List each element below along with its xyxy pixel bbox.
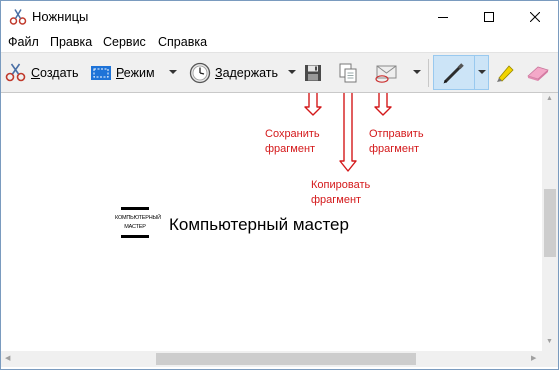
- scrollbar-corner: [542, 351, 558, 367]
- logo-text-2: МАСТЕР: [124, 224, 146, 230]
- save-arrow: [304, 93, 322, 116]
- snipping-tool-window: Ножницы Файл Правка Сервис Справка Созда…: [0, 0, 559, 370]
- send-dropdown-arrow[interactable]: [413, 70, 421, 74]
- eraser-icon: [525, 63, 551, 83]
- save-button[interactable]: [304, 53, 322, 93]
- scroll-up-icon[interactable]: ▲: [546, 95, 553, 102]
- menu-bar: Файл Правка Сервис Справка: [1, 32, 558, 52]
- scroll-right-icon[interactable]: ▶: [531, 354, 536, 362]
- close-button[interactable]: [512, 1, 558, 32]
- logo-bottom-bar: [121, 235, 149, 238]
- create-button[interactable]: Создать: [5, 53, 79, 93]
- clock-icon: [189, 62, 211, 84]
- maximize-icon: [484, 11, 494, 22]
- mode-dropdown-arrow[interactable]: [169, 70, 177, 74]
- delay-label: Задержать: [215, 66, 278, 80]
- eraser-button[interactable]: [525, 53, 551, 93]
- window-title: Ножницы: [32, 9, 89, 24]
- scroll-down-icon[interactable]: ▼: [546, 338, 553, 345]
- delay-button[interactable]: Задержать: [189, 53, 278, 93]
- menu-edit[interactable]: Правка: [50, 35, 92, 49]
- brand-name: Компьютерный мастер: [169, 215, 349, 234]
- logo-top-bar: [121, 207, 149, 210]
- pen-button[interactable]: [441, 53, 467, 93]
- rectangle-mode-icon: [90, 64, 112, 82]
- logo-text-1: КОМПЬЮТЕРНЫЙ: [115, 215, 161, 221]
- send-arrow: [374, 93, 392, 116]
- toolbar-separator: [428, 59, 429, 87]
- create-label: Создать: [31, 66, 79, 80]
- mode-button[interactable]: Режим: [90, 53, 155, 93]
- pen-split-divider: [474, 55, 475, 90]
- copy-annotation: Копировать фрагмент: [311, 179, 371, 206]
- horizontal-scrollbar[interactable]: ◀ ▶: [1, 351, 542, 367]
- pen-dropdown-arrow[interactable]: [478, 70, 486, 74]
- minimize-button[interactable]: [420, 1, 466, 32]
- pen-icon: [441, 60, 467, 86]
- horizontal-scroll-thumb[interactable]: [156, 353, 416, 365]
- menu-file[interactable]: Файл: [8, 35, 39, 49]
- save-annotation: Сохранить фрагмент: [265, 128, 320, 155]
- delay-dropdown-arrow[interactable]: [288, 70, 296, 74]
- menu-help[interactable]: Справка: [158, 35, 207, 49]
- minimize-icon: [438, 16, 448, 18]
- scroll-left-icon[interactable]: ◀: [5, 354, 10, 362]
- toolbar: Создать Режим Задержать: [1, 52, 558, 93]
- scissors-icon: [9, 8, 27, 26]
- send-email-icon: [374, 62, 398, 84]
- save-icon: [304, 64, 322, 82]
- copy-arrow: [339, 93, 357, 172]
- send-button[interactable]: [374, 53, 398, 93]
- vertical-scrollbar[interactable]: ▲ ▼: [542, 93, 558, 351]
- highlighter-icon: [493, 61, 517, 85]
- highlighter-button[interactable]: [493, 53, 517, 93]
- vertical-scroll-thumb[interactable]: [544, 189, 556, 257]
- copy-button[interactable]: [339, 53, 357, 93]
- mode-label: Режим: [116, 66, 155, 80]
- title-bar[interactable]: Ножницы: [1, 1, 558, 32]
- brand-logo: КОМПЬЮТЕРНЫЙ МАСТЕР: [115, 207, 161, 243]
- copy-icon: [339, 63, 357, 83]
- close-icon: [530, 11, 540, 22]
- menu-tools[interactable]: Сервис: [103, 35, 146, 49]
- maximize-button[interactable]: [466, 1, 512, 32]
- send-annotation: Отправить фрагмент: [369, 128, 424, 155]
- scissors-icon: [5, 63, 27, 83]
